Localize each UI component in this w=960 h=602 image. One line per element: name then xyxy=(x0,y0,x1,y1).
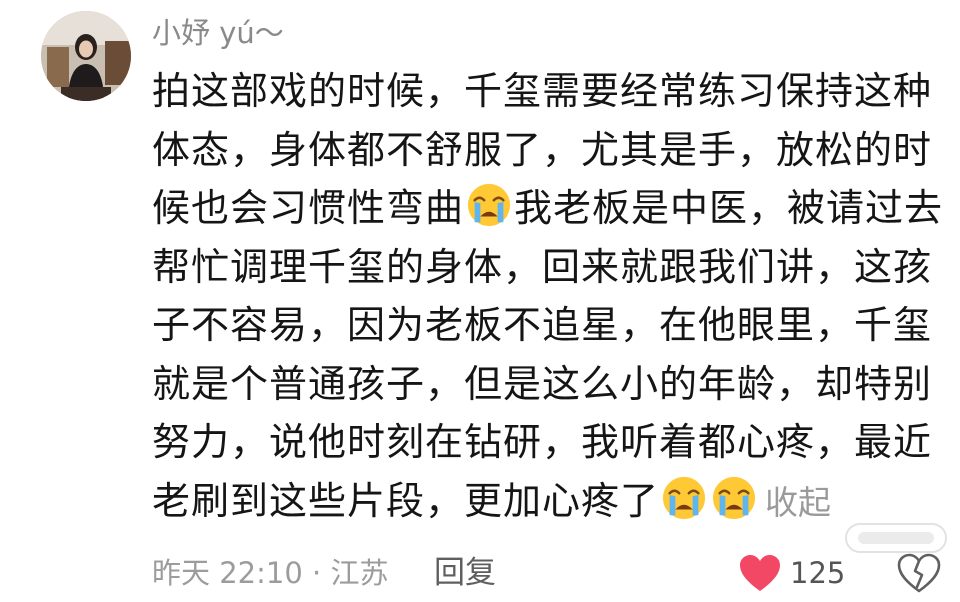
comment-line-last: 老刷到这些片段，更加心疼了 收起 xyxy=(152,472,932,533)
collapse-link[interactable]: 收起 xyxy=(765,483,831,522)
like-button[interactable]: 125 xyxy=(738,550,845,596)
watermark-badge-icon xyxy=(845,523,947,553)
loudly-crying-face-icon xyxy=(712,476,756,519)
heart-icon xyxy=(740,555,780,591)
comment-segment: 老刷到这些片段，更加心疼了 xyxy=(152,478,660,523)
comment-line: 努力，说他时刻在钻研，我听着都心疼，最近 xyxy=(152,420,933,464)
comment-line: 帮忙调理千玺的身体，回来就跟我们讲，这孩 xyxy=(152,244,933,289)
comment-line: 子不容易，因为老板不追星，在他眼里，千玺 xyxy=(152,303,933,347)
comment-line: 就是个普通孩子，但是这么小的年龄，却特别 xyxy=(152,361,933,406)
comment-time-location: 昨天 22:10 · 江苏 xyxy=(152,556,389,590)
like-count: 125 xyxy=(790,556,846,590)
loudly-crying-face-icon xyxy=(467,183,511,227)
reply-button[interactable]: 回复 xyxy=(434,553,496,593)
broken-heart-icon[interactable] xyxy=(897,553,941,593)
comment-line: 拍这部戏的时候，千玺需要经常练习保持这种 xyxy=(152,69,933,113)
comment-segment: 候也会习惯性弯曲 xyxy=(152,186,465,230)
comment-line: 体态，身体都不舒服了，尤其是手，放松的时 xyxy=(152,127,933,172)
avatar[interactable] xyxy=(41,11,131,101)
comment-item: 小妤 yú～ 拍这部戏的时候，千玺需要经常练习保持这种 体态，身体都不舒服了，尤… xyxy=(0,0,960,602)
avatar-image xyxy=(41,11,131,101)
loudly-crying-face-icon xyxy=(662,476,706,519)
comment-line-with-emoji: 候也会习惯性弯曲 我老板是中医，被请过去 xyxy=(152,179,942,238)
comment-text: 拍这部戏的时候，千玺需要经常练习保持这种 体态，身体都不舒服了，尤其是手，放松的… xyxy=(152,62,942,533)
username[interactable]: 小妤 yú～ xyxy=(152,14,284,52)
comment-segment: 我老板是中医，被请过去 xyxy=(514,186,944,230)
